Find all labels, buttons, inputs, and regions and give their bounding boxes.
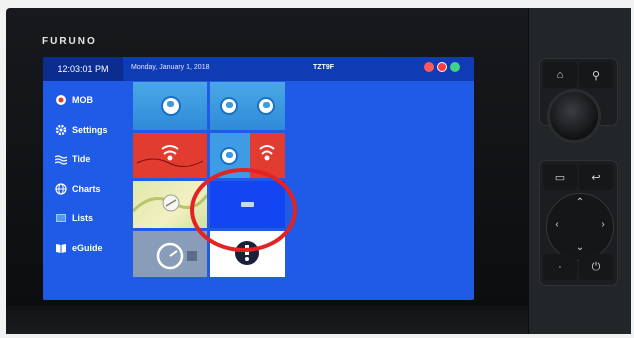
gear-icon [55, 124, 67, 136]
status-time: 12:03:01 PM [43, 57, 123, 81]
sidebar-item-tide[interactable]: Tide [55, 152, 108, 166]
gps-icon[interactable] [450, 62, 460, 72]
mob-icon [55, 94, 67, 106]
tile-chart[interactable] [133, 82, 207, 130]
power-icon[interactable]: ⏻ [579, 254, 613, 280]
dot-icon[interactable]: · [543, 254, 577, 280]
wave-icon [55, 153, 67, 165]
home-icon[interactable]: ⌂ [543, 62, 577, 88]
sidebar-item-label: eGuide [72, 242, 103, 253]
sidebar-menu: MOB Settings Tide Charts Lists eGuide [55, 93, 108, 270]
chevron-down-icon[interactable]: ⌄ [574, 242, 586, 253]
layers-icon[interactable]: ▭ [543, 164, 577, 190]
status-bar: 12:03:01 PM Monday, January 1, 2018 TZT9… [43, 57, 474, 81]
sidebar-item-label: MOB [72, 95, 93, 105]
globe-icon [220, 147, 238, 165]
globe-icon [257, 97, 275, 115]
cursor-pad[interactable]: ⌃ ⌄ ‹ › [546, 193, 614, 261]
tile-chart-chart[interactable] [210, 82, 285, 130]
sidebar-item-mob[interactable]: MOB [55, 93, 108, 107]
book-icon [55, 242, 67, 254]
globe-icon [220, 97, 238, 115]
chevron-right-icon[interactable]: › [597, 219, 609, 230]
waypoint-icon[interactable]: ⚲ [579, 62, 613, 88]
radar-icon [136, 145, 204, 167]
chevron-left-icon[interactable]: ‹ [551, 219, 563, 230]
sidebar-item-charts[interactable]: Charts [55, 182, 108, 196]
record-icon[interactable] [437, 62, 447, 72]
status-model: TZT9F [313, 64, 334, 71]
alert-icon[interactable] [424, 62, 434, 72]
sidebar-item-label: Tide [72, 154, 91, 164]
highlight-circle [190, 168, 297, 252]
rotary-knob[interactable] [547, 89, 601, 143]
brand-logo: FURUNO [42, 36, 97, 47]
globe-icon [161, 96, 181, 116]
status-icons [424, 62, 460, 72]
globe-icon [55, 182, 67, 195]
sidebar-item-settings[interactable]: Settings [55, 123, 108, 137]
sidebar-item-label: Charts [72, 183, 101, 194]
gauge-icon [156, 242, 197, 270]
sidebar-item-label: Settings [72, 124, 108, 135]
tile-instrument[interactable] [133, 231, 207, 277]
status-date: Monday, January 1, 2018 [131, 64, 210, 71]
sidebar-item-label: Lists [72, 213, 94, 223]
chevron-up-icon[interactable]: ⌃ [574, 197, 586, 208]
back-icon[interactable]: ↩ [579, 164, 613, 190]
sidebar-item-lists[interactable]: Lists [55, 211, 108, 225]
tile-radar[interactable] [133, 133, 207, 178]
list-icon [55, 212, 67, 224]
sidebar-item-eguide[interactable]: eGuide [55, 241, 108, 255]
